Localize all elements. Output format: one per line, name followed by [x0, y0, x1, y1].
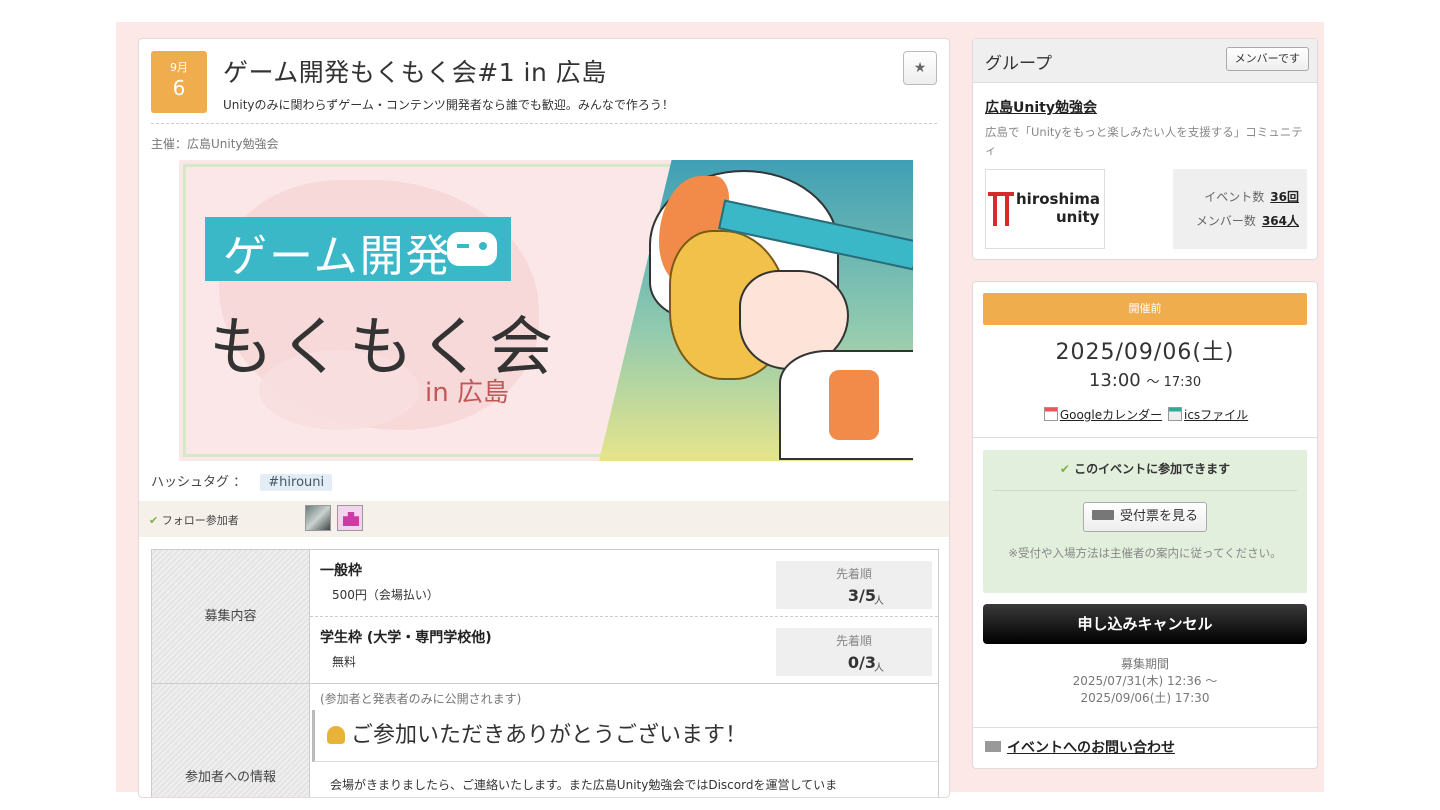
group-panel-title: グループ — [985, 54, 1052, 74]
group-logo-text: hiroshima — [1016, 190, 1101, 208]
participant-thanks-heading: ご参加いただきありがとうございます！ — [312, 710, 938, 762]
member-status-button[interactable]: メンバーです — [1225, 47, 1309, 71]
banner-location-text: in 広島 — [425, 378, 509, 408]
thanks-text: ご参加いただきありがとうございます！ — [351, 723, 748, 748]
recruitment-label: 募集期間 — [1120, 657, 1169, 671]
divider — [151, 123, 937, 124]
bell-icon — [327, 726, 345, 744]
join-status-box: ✔ このイベントに参加できます 受付票を見る ※受付や入場方法は主催者の案内に従… — [983, 450, 1307, 593]
events-label: イベント数 — [1204, 190, 1265, 204]
recruitment-period: 募集期間 2025/07/31(木) 12:36 〜 2025/09/06(土)… — [973, 656, 1317, 707]
calendar-add-icon — [1043, 407, 1058, 421]
event-day: 6 — [172, 76, 186, 100]
participant-info-note: (参加者と発表者のみに公開されます) — [320, 692, 522, 706]
event-date: 2025/09/06(土) — [1055, 340, 1235, 365]
join-note: ※受付や入場方法は主催者の案内に従ってください。 — [1008, 546, 1282, 560]
ticket-capacity: 先着順 0/3 人 — [776, 628, 932, 676]
avatar[interactable] — [305, 505, 331, 531]
group-members-stat: メンバー数 364人 — [1173, 209, 1299, 233]
banner-character-body-accent — [829, 370, 879, 440]
cancel-registration-button[interactable]: 申し込みキャンセル — [983, 604, 1307, 644]
group-panel-header: グループ メンバーです — [973, 39, 1317, 83]
download-icon — [1167, 407, 1182, 421]
join-status-title: ✔ このイベントに参加できます — [983, 460, 1307, 477]
ticket-count: 3/5 — [847, 586, 876, 605]
check-icon: ✔ — [149, 514, 159, 527]
divider — [993, 490, 1297, 491]
torii-icon — [988, 192, 1014, 226]
mail-icon — [985, 741, 1001, 752]
view-ticket-label: 受付票を見る — [1119, 509, 1198, 524]
hashtag-link[interactable]: #hirouni — [260, 474, 333, 491]
event-month: 9月 — [170, 61, 188, 74]
event-banner-image: ゲーム開発 もくもく会 in 広島 — [179, 160, 913, 461]
hashtag-row: ハッシュタグ ： #hirouni — [151, 471, 333, 491]
ticket-price: 無料 — [332, 655, 357, 669]
ticket-header: 募集内容 — [152, 550, 310, 684]
group-logo-text: unity — [1056, 208, 1100, 226]
ticket-order-label: 先着順 — [835, 567, 872, 581]
ticket-icon — [1091, 510, 1114, 520]
ticket-price: 500円（会場払い） — [332, 588, 439, 602]
ticket-table: 募集内容 一般枠 500円（会場払い） 先着順 3/5 人 学生枠 (大学・専門… — [151, 549, 939, 797]
participant-info-body: 会場がきまりましたら、ご連絡いたします。また広島Unity勉強会ではDiscor… — [330, 778, 838, 792]
contact-row: イベントへのお問い合わせ — [985, 737, 1175, 757]
view-ticket-button[interactable]: 受付票を見る — [1083, 502, 1207, 532]
event-end-time: 〜 17:30 — [1146, 375, 1202, 390]
ics-file-link[interactable]: icsファイル — [1184, 408, 1248, 422]
calendar-links: Googleカレンダー icsファイル — [973, 406, 1317, 423]
event-date-badge: 9月 6 — [151, 51, 207, 113]
recruitment-start: 2025/07/31(木) 12:36 〜 — [1072, 674, 1218, 688]
participant-info-header: 参加者への情報 — [152, 684, 310, 797]
hashtag-label: ハッシュタグ ： — [151, 475, 247, 490]
event-subtitle: Unityのみに関わらずゲーム・コンテンツ開発者なら誰でも歓迎。みんなで作ろう！ — [223, 98, 674, 112]
group-stats: イベント数 36回 メンバー数 364人 — [1173, 169, 1307, 249]
recruitment-end: 2025/09/06(土) 17:30 — [1080, 691, 1210, 705]
ticket-capacity: 先着順 3/5 人 — [776, 561, 932, 609]
banner-title-text: ゲーム開発 — [223, 231, 452, 282]
group-panel: グループ メンバーです 広島Unity勉強会 広島で「Unityをもっと楽しみた… — [972, 38, 1318, 260]
ticket-count-unit: 人 — [874, 596, 884, 607]
follow-label-text: フォロー参加者 — [161, 514, 239, 527]
event-title: ゲーム開発もくもく会#1 in 広島 — [223, 58, 607, 87]
gamepad-icon — [447, 232, 497, 266]
ticket-row: 学生枠 (大学・専門学校他) 無料 先着順 0/3 人 — [310, 617, 938, 684]
group-events-stat: イベント数 36回 — [1173, 185, 1299, 209]
avatar[interactable] — [337, 505, 363, 531]
ticket-count-unit: 人 — [874, 663, 884, 674]
event-status-badge: 開催前 — [983, 293, 1307, 325]
event-organizer: 主催：広島Unity勉強会 — [151, 137, 279, 151]
members-count-link[interactable]: 364人 — [1262, 214, 1299, 228]
group-description: 広島で「Unityをもっと楽しみたい人を支援する」コミュニティ — [985, 125, 1303, 157]
bookmark-button[interactable]: ★ — [903, 51, 937, 85]
divider — [973, 437, 1317, 438]
follow-participants-label: ✔ フォロー参加者 — [149, 512, 239, 528]
group-name-link[interactable]: 広島Unity勉強会 — [985, 97, 1097, 117]
event-start-time: 13:00 — [1088, 370, 1141, 391]
events-count-link[interactable]: 36回 — [1270, 190, 1299, 204]
ticket-count: 0/3 — [847, 653, 876, 672]
event-main-panel: 9月 6 ゲーム開発もくもく会#1 in 広島 Unityのみに関わらずゲーム・… — [138, 38, 950, 798]
ticket-name: 学生枠 (大学・専門学校他) — [320, 630, 492, 646]
star-icon: ★ — [913, 60, 927, 76]
check-icon: ✔ — [1059, 462, 1070, 476]
divider — [973, 727, 1317, 728]
google-calendar-link[interactable]: Googleカレンダー — [1060, 408, 1162, 422]
members-label: メンバー数 — [1195, 214, 1256, 228]
join-status-text: このイベントに参加できます — [1074, 462, 1231, 476]
event-schedule-panel: 開催前 2025/09/06(土) 13:00 〜 17:30 Googleカレ… — [972, 281, 1318, 769]
ticket-name: 一般枠 — [320, 563, 362, 579]
event-time: 13:00 〜 17:30 — [973, 370, 1317, 391]
follow-participants-bar: ✔ フォロー参加者 — [139, 501, 949, 537]
ticket-row: 一般枠 500円（会場払い） 先着順 3/5 人 — [310, 550, 938, 617]
contact-link[interactable]: イベントへのお問い合わせ — [1007, 740, 1175, 756]
group-logo[interactable]: hiroshima unity — [985, 169, 1105, 249]
ticket-order-label: 先着順 — [835, 634, 872, 648]
